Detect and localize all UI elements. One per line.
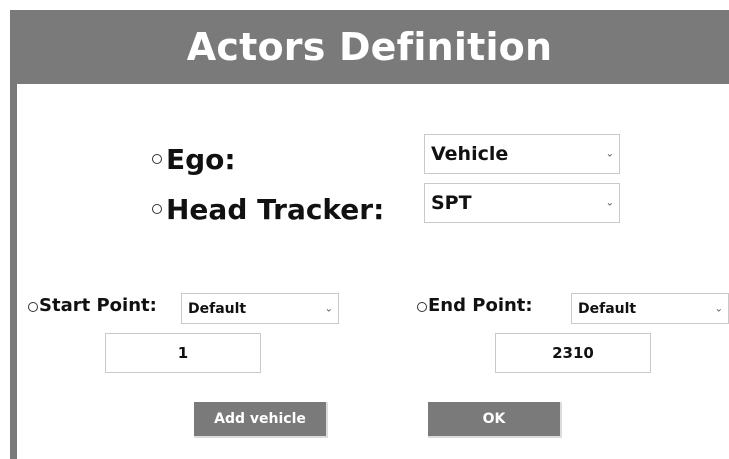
ego-label: Ego: <box>166 143 236 176</box>
ego-radio-icon[interactable] <box>152 154 162 164</box>
head-tracker-radio-icon[interactable] <box>152 204 162 214</box>
start-point-input[interactable]: 1 <box>105 333 261 373</box>
start-point-select[interactable]: Default ⌄ <box>181 293 339 324</box>
chevron-down-icon: ⌄ <box>605 197 614 209</box>
start-point-select-value: Default <box>188 300 247 317</box>
window-title: Actors Definition <box>186 25 553 69</box>
add-vehicle-button[interactable]: Add vehicle <box>194 402 328 438</box>
ok-button[interactable]: OK <box>428 402 562 438</box>
end-point-radio-icon[interactable] <box>417 302 427 312</box>
start-point-radio-icon[interactable] <box>28 302 38 312</box>
title-bar: Actors Definition <box>10 10 729 84</box>
end-point-input[interactable]: 2310 <box>495 333 651 373</box>
ego-select[interactable]: Vehicle ⌄ <box>424 134 620 174</box>
start-point-label: Start Point: <box>39 295 157 316</box>
end-point-label: End Point: <box>428 295 533 316</box>
end-point-select-value: Default <box>578 300 637 317</box>
ego-select-value: Vehicle <box>431 143 509 165</box>
chevron-down-icon: ⌄ <box>324 303 333 314</box>
head-tracker-select-value: SPT <box>431 192 472 214</box>
actors-definition-window: Actors Definition Ego: Vehicle ⌄ Head Tr… <box>0 0 729 459</box>
head-tracker-label: Head Tracker: <box>166 193 385 226</box>
chevron-down-icon: ⌄ <box>714 303 723 314</box>
end-point-select[interactable]: Default ⌄ <box>571 293 729 324</box>
chevron-down-icon: ⌄ <box>605 148 614 160</box>
left-border <box>10 84 17 459</box>
head-tracker-select[interactable]: SPT ⌄ <box>424 183 620 223</box>
